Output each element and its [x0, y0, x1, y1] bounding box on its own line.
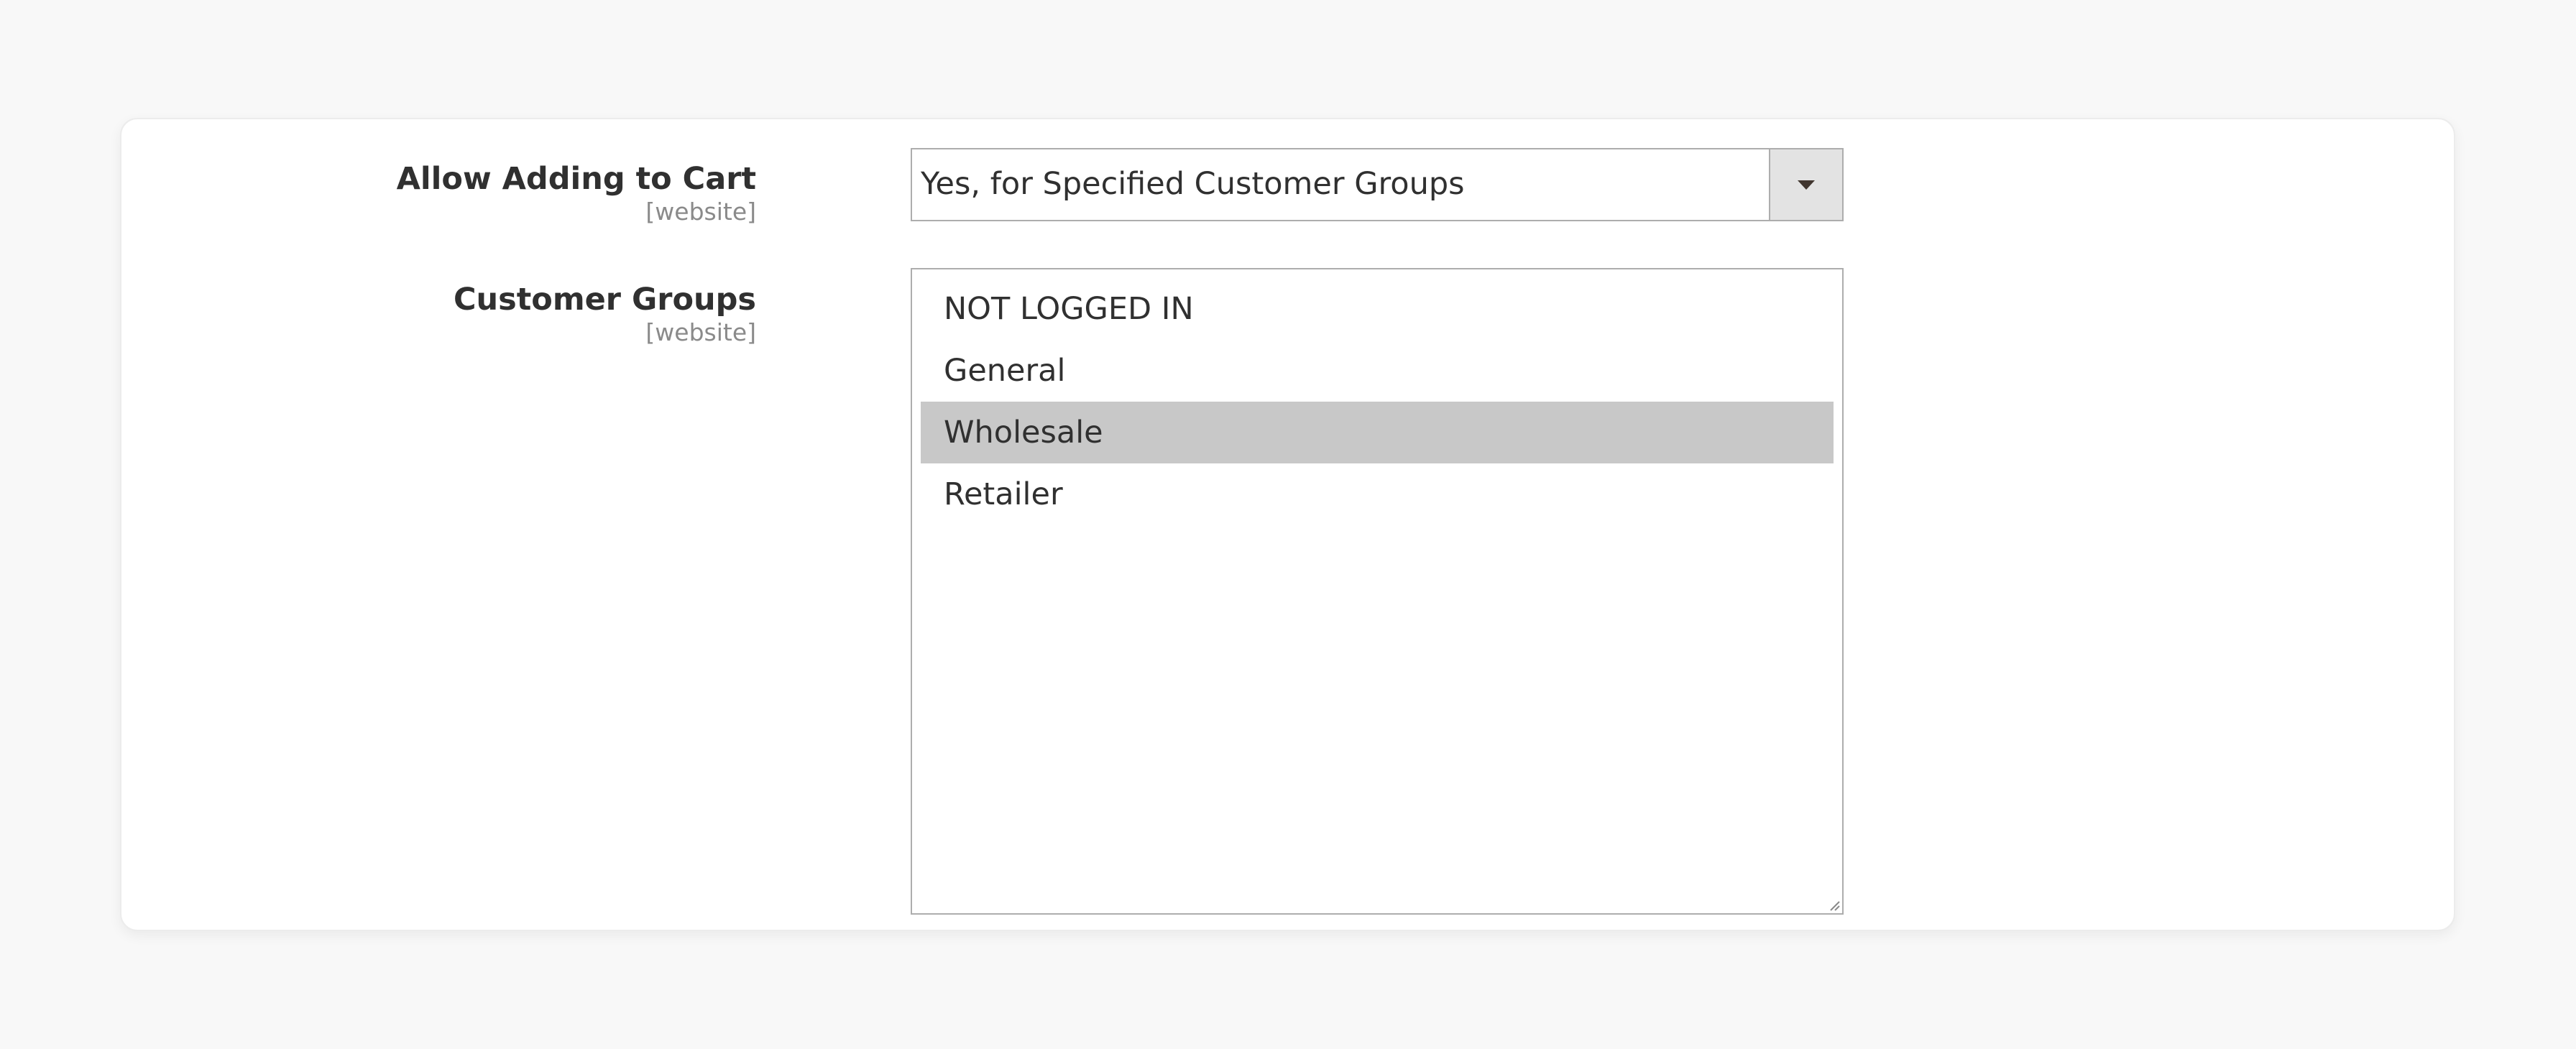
customer-group-option-not-logged-in[interactable]: NOT LOGGED IN	[921, 278, 1834, 340]
customer-group-option-general[interactable]: General	[921, 340, 1834, 402]
customer-groups-scope: [website]	[645, 318, 756, 346]
customer-groups-label: Customer Groups	[453, 282, 756, 318]
allow-adding-to-cart-label: Allow Adding to Cart	[396, 161, 756, 197]
customer-groups-label-group: Customer Groups [website]	[454, 282, 756, 346]
chevron-down-icon[interactable]	[1769, 149, 1842, 220]
allow-adding-to-cart-label-group: Allow Adding to Cart [website]	[397, 161, 756, 226]
resize-handle-icon[interactable]	[1826, 897, 1841, 912]
customer-groups-multiselect[interactable]: NOT LOGGED IN General Wholesale Retailer	[911, 268, 1844, 915]
allow-adding-to-cart-select[interactable]: Yes, for Specified Customer Groups	[911, 148, 1844, 221]
allow-adding-to-cart-scope: [website]	[645, 197, 756, 226]
allow-adding-to-cart-selected-value: Yes, for Specified Customer Groups	[921, 166, 1465, 202]
config-card: Allow Adding to Cart [website] Yes, for …	[120, 118, 2455, 931]
customer-group-option-retailer[interactable]: Retailer	[921, 463, 1834, 525]
customer-group-option-wholesale[interactable]: Wholesale	[921, 402, 1834, 463]
